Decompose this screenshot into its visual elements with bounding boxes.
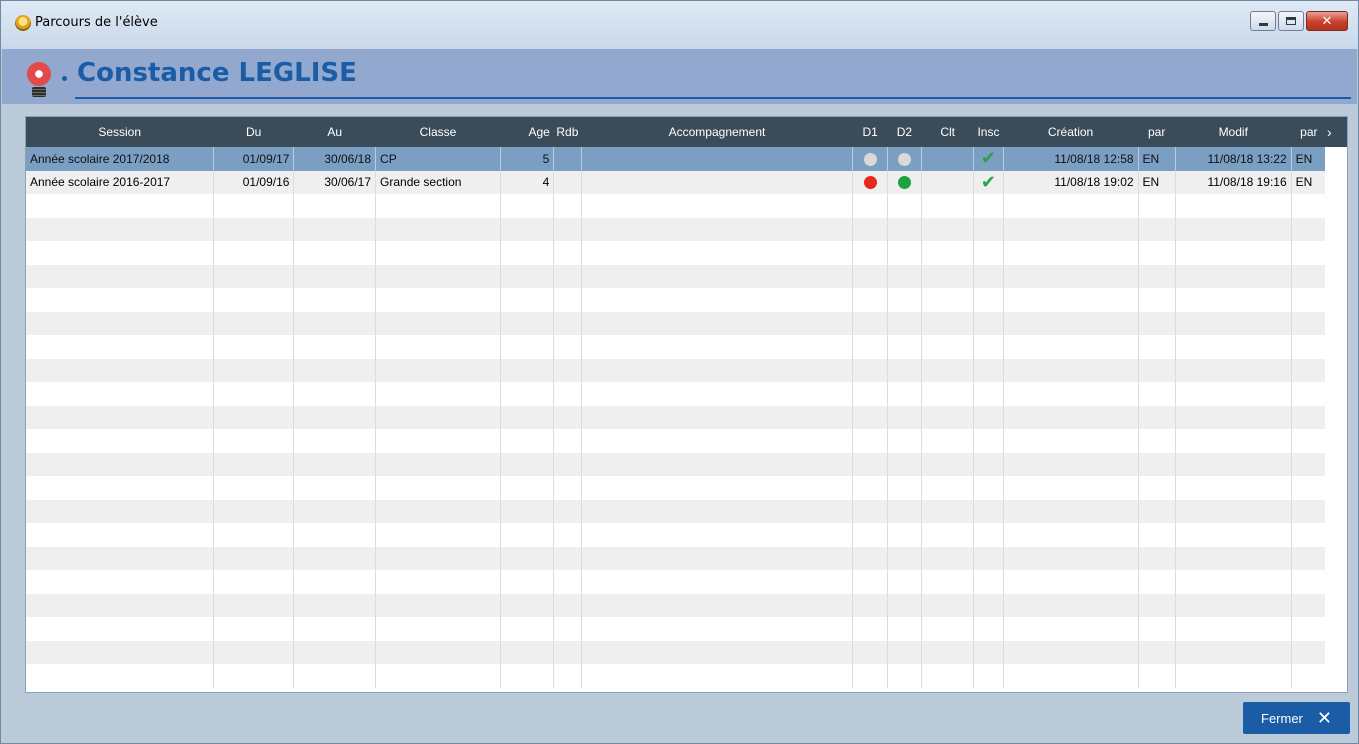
title-bar: Parcours de l'élève ✕ xyxy=(1,1,1358,49)
col-insc[interactable]: Insc xyxy=(973,117,1004,147)
cell-clt xyxy=(921,147,975,171)
empty-row xyxy=(26,241,1328,265)
cell-age: 4 xyxy=(500,170,555,194)
empty-row xyxy=(26,546,1328,570)
cell-clt xyxy=(921,170,975,194)
status-dot-icon xyxy=(863,152,877,166)
cell-modif: 11/08/18 13:22 xyxy=(1175,147,1292,171)
col-d2[interactable]: D2 xyxy=(887,117,922,147)
empty-row xyxy=(26,452,1328,476)
status-dot-icon xyxy=(897,152,911,166)
close-x-icon: ✕ xyxy=(1316,707,1332,728)
cell-modif: 11/08/18 19:16 xyxy=(1175,170,1292,194)
col-par-modif[interactable]: par xyxy=(1291,117,1327,147)
name-underline xyxy=(75,97,1351,99)
cell-au: 30/06/17 xyxy=(293,170,377,194)
sessions-grid[interactable]: › Session Du Au Classe Age Rdb Accompagn… xyxy=(25,116,1348,693)
col-d1[interactable]: D1 xyxy=(852,117,888,147)
cell-classe: Grande section xyxy=(375,170,501,194)
checkmark-icon: ✔ xyxy=(980,171,996,192)
minimize-button[interactable] xyxy=(1250,11,1276,31)
col-accompagnement[interactable]: Accompagnement xyxy=(581,117,853,147)
col-au[interactable]: Au xyxy=(293,117,376,147)
table-body: Année scolaire 2017/2018 01/09/17 30/06/18… xyxy=(26,147,1328,688)
empty-row xyxy=(26,617,1328,641)
close-button[interactable]: Fermer ✕ xyxy=(1243,702,1350,734)
maximize-icon xyxy=(1286,17,1296,25)
empty-row xyxy=(26,264,1328,288)
close-button-label: Fermer xyxy=(1261,710,1303,726)
sessions-table: Session Du Au Classe Age Rdb Accompagnem… xyxy=(26,117,1328,688)
cell-classe: CP xyxy=(375,147,501,171)
cell-d1 xyxy=(852,147,888,171)
empty-row xyxy=(26,335,1328,359)
close-window-button[interactable]: ✕ xyxy=(1306,11,1348,31)
cell-session: Année scolaire 2017/2018 xyxy=(26,147,214,171)
table-row[interactable]: Année scolaire 2016-2017 01/09/16 30/06/17… xyxy=(26,170,1328,194)
cell-par1: EN xyxy=(1138,147,1176,171)
cell-creation: 11/08/18 19:02 xyxy=(1003,170,1139,194)
cell-insc: ✔ xyxy=(973,147,1004,171)
col-creation[interactable]: Création xyxy=(1003,117,1139,147)
col-session[interactable]: Session xyxy=(26,117,226,147)
table-row[interactable]: Année scolaire 2017/2018 01/09/17 30/06/18… xyxy=(26,147,1328,171)
student-icon xyxy=(27,62,53,98)
minimize-icon xyxy=(1258,22,1268,26)
cell-rdb xyxy=(553,170,582,194)
bullet-icon xyxy=(62,76,67,81)
close-icon: ✕ xyxy=(1321,13,1333,28)
empty-row xyxy=(26,382,1328,406)
window-title: Parcours de l'élève xyxy=(35,15,158,30)
cell-du: 01/09/16 xyxy=(213,170,295,194)
col-rdb[interactable]: Rdb xyxy=(553,117,581,147)
empty-row xyxy=(26,664,1328,688)
empty-row xyxy=(26,358,1328,382)
col-modif[interactable]: Modif xyxy=(1175,117,1292,147)
table-header: Session Du Au Classe Age Rdb Accompagnem… xyxy=(26,117,1327,147)
empty-row xyxy=(26,593,1328,617)
app-icon xyxy=(15,15,31,31)
empty-row xyxy=(26,523,1328,547)
empty-row xyxy=(26,570,1328,594)
empty-row xyxy=(26,217,1328,241)
empty-row xyxy=(26,405,1328,429)
cell-au: 30/06/18 xyxy=(293,147,377,171)
empty-row xyxy=(26,499,1328,523)
window-controls: ✕ xyxy=(1250,11,1348,31)
empty-row xyxy=(26,311,1328,335)
cell-d2 xyxy=(887,147,922,171)
empty-row xyxy=(26,640,1328,664)
cell-par2: EN xyxy=(1291,147,1328,171)
status-dot-icon xyxy=(897,176,911,190)
cell-creation: 11/08/18 12:58 xyxy=(1003,147,1139,171)
cell-par2: EN xyxy=(1291,170,1328,194)
empty-row xyxy=(26,429,1328,453)
cell-insc: ✔ xyxy=(973,170,1004,194)
cell-session: Année scolaire 2016-2017 xyxy=(26,170,214,194)
maximize-button[interactable] xyxy=(1278,11,1304,31)
col-age[interactable]: Age xyxy=(500,117,554,147)
cell-du: 01/09/17 xyxy=(213,147,295,171)
empty-row xyxy=(26,288,1328,312)
window: Parcours de l'élève ✕ Constance LEGLISE … xyxy=(0,0,1359,744)
col-classe[interactable]: Classe xyxy=(375,117,501,147)
cell-par1: EN xyxy=(1138,170,1176,194)
col-clt[interactable]: Clt xyxy=(921,117,974,147)
empty-row xyxy=(26,194,1328,218)
cell-accompagnement xyxy=(581,147,854,171)
checkmark-icon: ✔ xyxy=(980,148,996,169)
grid-header-pad: › xyxy=(1325,117,1347,147)
grid-scroll-area xyxy=(1325,117,1347,692)
status-dot-icon xyxy=(863,176,877,190)
student-name: Constance LEGLISE xyxy=(77,58,357,88)
empty-row xyxy=(26,476,1328,500)
cell-d2 xyxy=(887,170,922,194)
cell-age: 5 xyxy=(500,147,555,171)
cell-rdb xyxy=(553,147,582,171)
chevron-right-icon[interactable]: › xyxy=(1327,125,1339,139)
cell-d1 xyxy=(852,170,888,194)
cell-accompagnement xyxy=(581,170,854,194)
col-du[interactable]: Du xyxy=(213,117,294,147)
col-par-creation[interactable]: par xyxy=(1138,117,1176,147)
